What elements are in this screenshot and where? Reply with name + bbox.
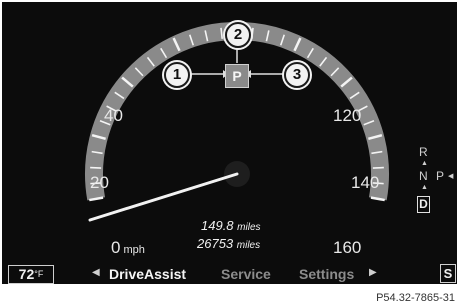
bottom-menu-bar: 72°F ◀ DriveAssist Service Settings ▶ S — [2, 263, 457, 284]
menu-service[interactable]: Service — [221, 266, 271, 282]
park-indicator: P — [225, 64, 249, 88]
speed-label-160: 160 — [333, 238, 362, 257]
gear-p-arrow-icon: ◀ — [448, 173, 454, 180]
menu-left-arrow-icon[interactable]: ◀ — [92, 267, 100, 278]
menu-right-arrow-icon[interactable]: ▶ — [369, 267, 377, 278]
odometer: 26753 miles — [197, 236, 260, 251]
gear-r: R — [419, 145, 428, 159]
outside-temperature: 72°F — [8, 265, 54, 284]
trip-meter: 149.8 miles — [201, 218, 261, 233]
menu-settings[interactable]: Settings — [299, 266, 354, 282]
trip-unit: miles — [237, 222, 261, 233]
gear-down-arrow-icon: ▲ — [421, 184, 428, 191]
speed-label-140: 140 — [351, 173, 380, 192]
odometer-value: 26753 — [197, 236, 234, 251]
trip-value: 149.8 — [201, 218, 234, 233]
speed-label-0: 0 mph — [111, 238, 145, 258]
gear-n: N — [419, 169, 428, 183]
callout-1: 1 — [164, 62, 190, 88]
speed-value-0: 0 — [111, 238, 121, 257]
temperature-unit: °F — [34, 269, 44, 279]
speed-label-120: 120 — [333, 106, 362, 125]
gear-up-arrow-icon: ▲ — [421, 160, 428, 167]
figure-code: P54.32-7865-31 — [376, 292, 455, 304]
gear-p: P — [436, 169, 445, 183]
s-indicator: S — [440, 264, 456, 283]
odometer-unit: miles — [236, 240, 261, 251]
temperature-value: 72 — [18, 266, 35, 282]
speed-unit: mph — [123, 244, 145, 256]
callout-2: 2 — [225, 22, 251, 48]
speed-label-40: 40 — [104, 106, 123, 125]
instrument-cluster-display: P 1 2 3 40 20 0 mph 120 140 160 149.8 mil… — [2, 2, 457, 284]
speed-needle — [88, 172, 239, 222]
speed-label-20: 20 — [90, 173, 109, 192]
gear-d-selected: D — [417, 196, 430, 213]
menu-driveassist[interactable]: DriveAssist — [109, 266, 186, 282]
callout-3: 3 — [284, 62, 310, 88]
